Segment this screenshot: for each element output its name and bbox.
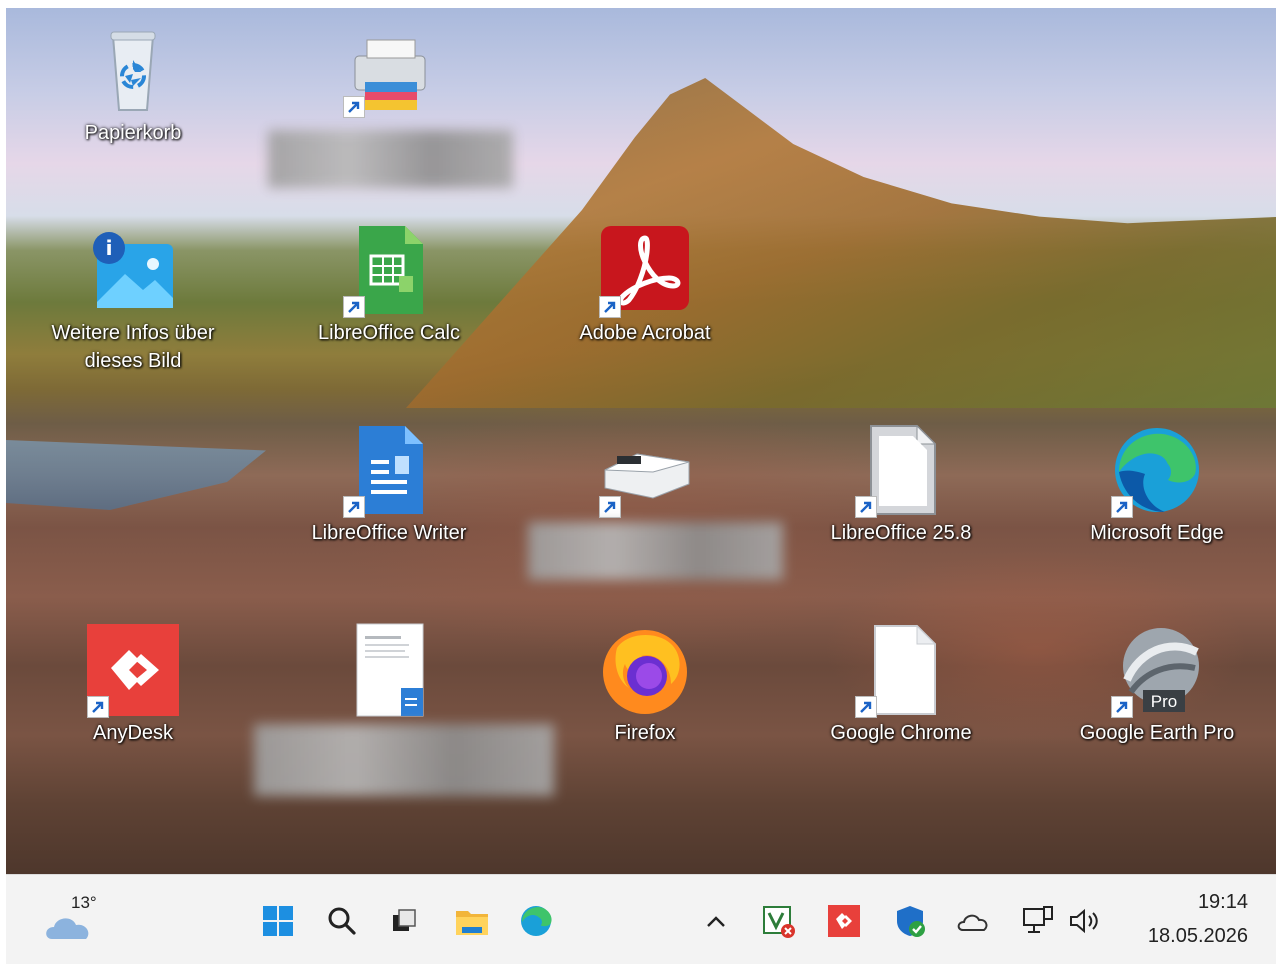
shortcut-arrow-icon xyxy=(599,496,621,518)
desktop-icon-google-earth-pro[interactable]: Pro Google Earth Pro xyxy=(1072,622,1242,748)
onedrive-cloud-icon xyxy=(957,914,988,931)
desktop[interactable]: Papierkorb i Weitere Infos über dieses B… xyxy=(6,8,1276,874)
learn-about-picture-label-2: dieses Bild xyxy=(84,350,182,372)
shortcut-arrow-icon xyxy=(343,296,365,318)
writer-document-icon xyxy=(341,622,437,718)
shortcut-arrow-icon xyxy=(1111,496,1133,518)
desktop-icon-libreoffice-calc[interactable]: LibreOffice Calc xyxy=(304,222,474,348)
start-button[interactable] xyxy=(260,903,296,939)
libreoffice-label: LibreOffice 25.8 xyxy=(830,522,972,544)
anydesk-label: AnyDesk xyxy=(92,722,174,744)
printer-2-icon xyxy=(597,422,693,518)
desktop-icon-printer[interactable] xyxy=(304,22,474,118)
taskbar: 13° 19:14 18.05.2026 xyxy=(6,874,1276,964)
google-earth-icon: Pro xyxy=(1109,622,1205,718)
desktop-icon-recycle-bin[interactable]: Papierkorb xyxy=(48,22,218,148)
clock-time[interactable]: 19:14 xyxy=(1198,891,1248,914)
show-hidden-icons-button[interactable] xyxy=(702,907,730,935)
desktop-icon-adobe-acrobat[interactable]: Adobe Acrobat xyxy=(560,222,730,348)
firefox-icon xyxy=(597,622,693,718)
blank-file-icon xyxy=(853,622,949,718)
adobe-acrobat-label: Adobe Acrobat xyxy=(579,322,711,344)
tray-volume[interactable] xyxy=(1064,903,1104,939)
tray-onedrive[interactable] xyxy=(954,905,990,937)
wallpaper-mountain xyxy=(406,78,1276,408)
folder-icon xyxy=(456,911,488,935)
recycle-bin-icon xyxy=(85,22,181,118)
adobe-acrobat-icon xyxy=(597,222,693,318)
blurred-label xyxy=(528,522,783,580)
wallpaper-sea xyxy=(6,440,266,510)
tray-network[interactable] xyxy=(1018,901,1058,941)
desktop-icon-printer-2[interactable] xyxy=(560,422,730,518)
shortcut-arrow-icon xyxy=(343,96,365,118)
picture-info-icon: i xyxy=(85,222,181,318)
edge-icon xyxy=(521,906,552,936)
windows-security-icon xyxy=(897,906,925,937)
firefox-label: Firefox xyxy=(614,722,676,744)
desktop-icon-learn-about-picture[interactable]: i Weitere Infos über dieses Bild xyxy=(48,222,218,376)
task-view-button[interactable] xyxy=(386,903,422,939)
microsoft-edge-label: Microsoft Edge xyxy=(1090,522,1224,544)
desktop-icon-microsoft-edge[interactable]: Microsoft Edge xyxy=(1072,422,1242,548)
libreoffice-writer-icon xyxy=(341,422,437,518)
desktop-icon-google-chrome[interactable]: Google Chrome xyxy=(816,622,986,748)
desktop-icon-libreoffice[interactable]: LibreOffice 25.8 xyxy=(816,422,986,548)
file-explorer-button[interactable] xyxy=(452,903,492,939)
desktop-icon-libreoffice-writer[interactable]: LibreOffice Writer xyxy=(304,422,474,548)
desktop-icon-document[interactable] xyxy=(304,622,474,718)
google-chrome-label: Google Chrome xyxy=(830,722,972,744)
anydesk-icon xyxy=(85,622,181,718)
microsoft-edge-icon xyxy=(1109,422,1205,518)
edge-taskbar-button[interactable] xyxy=(516,903,556,939)
shortcut-arrow-icon xyxy=(87,696,109,718)
tray-security[interactable] xyxy=(890,901,930,941)
chevron-up-icon xyxy=(707,916,725,927)
network-icon xyxy=(1023,906,1053,933)
backup-agent-icon xyxy=(763,906,795,938)
weather-temperature: 13° xyxy=(71,893,97,912)
learn-about-picture-label-1: Weitere Infos über xyxy=(51,322,215,344)
google-earth-pro-label: Google Earth Pro xyxy=(1079,722,1235,744)
libreoffice-writer-label: LibreOffice Writer xyxy=(311,522,467,544)
tray-veeam[interactable] xyxy=(758,901,798,941)
speaker-icon xyxy=(1070,908,1098,934)
shortcut-arrow-icon xyxy=(855,496,877,518)
search-button[interactable] xyxy=(324,903,360,939)
desktop-icon-firefox[interactable]: Firefox xyxy=(560,622,730,748)
shortcut-arrow-icon xyxy=(343,496,365,518)
windows-logo-icon xyxy=(263,906,293,936)
shortcut-arrow-icon xyxy=(1111,696,1133,718)
blurred-label xyxy=(268,130,513,188)
clock-date[interactable]: 18.05.2026 xyxy=(1148,925,1248,948)
desktop-icon-anydesk[interactable]: AnyDesk xyxy=(48,622,218,748)
task-view-icon xyxy=(393,909,416,931)
shortcut-arrow-icon xyxy=(599,296,621,318)
search-icon xyxy=(328,907,356,935)
shortcut-arrow-icon xyxy=(855,696,877,718)
anydesk-tray-icon xyxy=(828,905,860,937)
printer-icon xyxy=(341,22,437,118)
svg-text:i: i xyxy=(106,236,113,260)
recycle-bin-label: Papierkorb xyxy=(84,122,182,144)
pro-badge: Pro xyxy=(1151,692,1177,711)
libreoffice-calc-icon xyxy=(341,222,437,318)
libreoffice-calc-label: LibreOffice Calc xyxy=(318,322,460,344)
tray-anydesk[interactable] xyxy=(824,901,864,941)
cloud-icon xyxy=(46,918,89,939)
libreoffice-icon xyxy=(853,422,949,518)
blurred-label xyxy=(254,724,554,796)
